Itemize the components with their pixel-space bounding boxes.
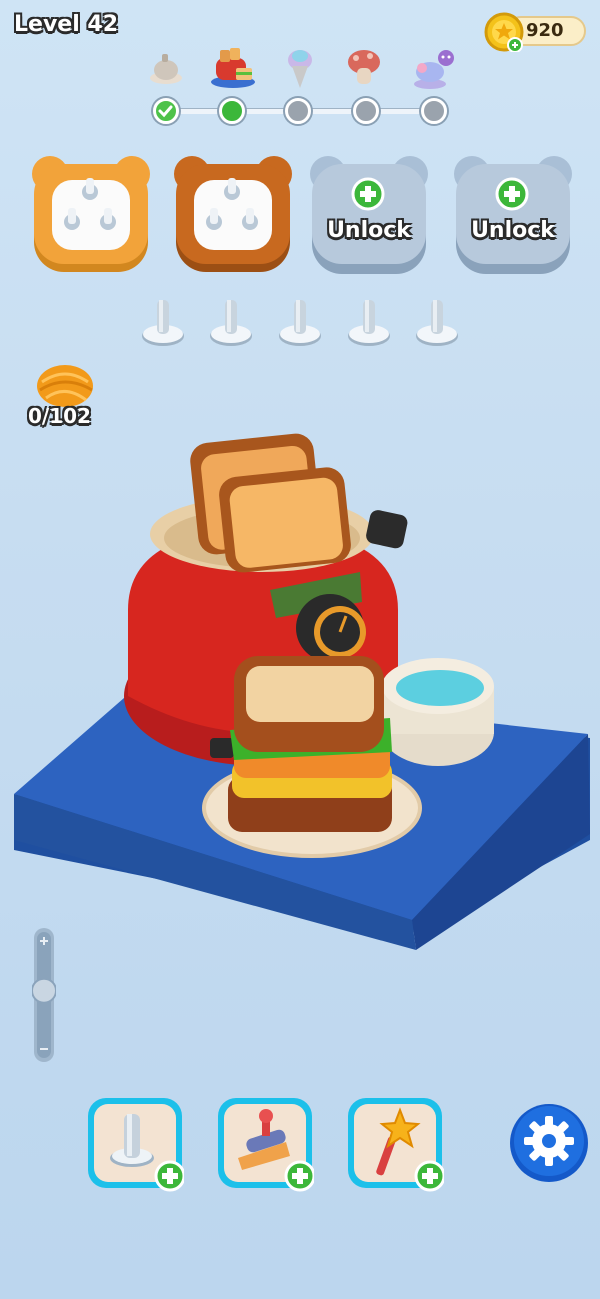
level-label: Level 42 xyxy=(14,12,119,37)
level-progress xyxy=(140,40,460,130)
mushroom-stage-icon xyxy=(348,50,380,84)
coin-counter[interactable]: 920 xyxy=(484,8,590,52)
ice-cream-stage-icon xyxy=(288,50,312,88)
yarn-box-brown[interactable] xyxy=(170,150,296,276)
empty-peg-icon[interactable] xyxy=(346,296,392,348)
bear-box-icon xyxy=(174,156,292,272)
magic-wand-booster-button[interactable] xyxy=(346,1096,446,1192)
plus-icon xyxy=(284,1160,316,1192)
locked-bear-box-icon xyxy=(310,156,428,274)
zoom-out-icon[interactable] xyxy=(40,1048,48,1050)
bear-box-icon xyxy=(32,156,150,272)
empty-peg-icon[interactable] xyxy=(277,296,323,348)
gear-icon xyxy=(524,1116,574,1166)
knitted-bowl-stack xyxy=(382,658,494,766)
empty-peg-icon[interactable] xyxy=(140,296,186,348)
plus-icon xyxy=(154,1160,186,1192)
empty-peg-icon[interactable] xyxy=(414,296,460,348)
stage-dot-1 xyxy=(153,98,179,124)
zoom-knob[interactable] xyxy=(31,977,57,1004)
empty-peg-icon[interactable] xyxy=(208,296,254,348)
locked-box-4[interactable]: Unlock xyxy=(450,150,576,276)
add-peg-booster-button[interactable] xyxy=(86,1096,186,1192)
stage-dot-4 xyxy=(353,98,379,124)
knitted-sandwich xyxy=(228,656,392,832)
plus-icon xyxy=(414,1160,446,1192)
unlock-label: Unlock xyxy=(471,218,555,243)
coin-icon xyxy=(484,12,524,52)
knitted-toaster-scene[interactable] xyxy=(0,420,600,960)
unlock-label: Unlock xyxy=(327,218,411,243)
check-icon xyxy=(158,105,173,118)
settings-button[interactable] xyxy=(508,1102,590,1184)
yarn-box-orange[interactable] xyxy=(28,150,154,276)
stage-dot-2 xyxy=(219,98,245,124)
toaster-stage-icon xyxy=(211,48,255,88)
carousel-stage-icon xyxy=(414,50,454,89)
stage-dot-3 xyxy=(285,98,311,124)
zoom-slider[interactable] xyxy=(31,928,57,1062)
brush-booster-button[interactable] xyxy=(216,1096,316,1192)
locked-bear-box-icon xyxy=(454,156,572,274)
locked-box-3[interactable]: Unlock xyxy=(306,150,432,276)
stage-dot-5 xyxy=(421,98,447,124)
teapot-stage-icon xyxy=(150,54,182,84)
coin-value: 920 xyxy=(526,20,564,41)
yarn-ball-icon xyxy=(37,365,93,407)
